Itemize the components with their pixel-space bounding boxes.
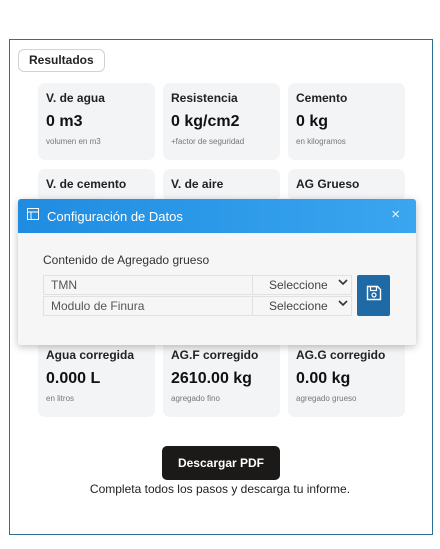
card-cement: Cemento 0 kg en kilogramos [288,83,405,160]
card-label: V. de aire [171,177,224,191]
tmn-select[interactable]: Seleccione [252,276,352,294]
card-note: agregado grueso [296,394,357,403]
row-label: Modulo de Finura [51,299,145,313]
card-value: 0 kg/cm2 [171,113,240,130]
chevron-down-icon [338,298,348,311]
chevron-down-icon [338,277,348,290]
card-cement-volume: V. de cemento [38,169,155,201]
select-value: Seleccione [269,278,328,292]
config-modal: Configuración de Datos × Contenido de Ag… [18,199,416,345]
close-icon[interactable]: × [391,206,400,223]
card-value: 2610.00 kg [171,370,252,387]
card-value: 0 kg [296,113,329,130]
card-label: V. de agua [46,91,105,105]
card-label: AG.F corregido [171,348,259,362]
card-resistance: Resistencia 0 kg/cm2 +factor de segurida… [163,83,280,160]
card-corrected-coarse-aggregate: AG.G corregido 0.00 kg agregado grueso [288,340,405,417]
select-value: Seleccione [269,299,328,313]
card-note: agregado fino [171,394,220,403]
form-row-tmn: TMN Seleccione [43,275,352,295]
modal-header: Configuración de Datos × [18,199,416,233]
card-coarse-aggregate: AG Grueso [288,169,405,201]
card-label: Agua corregida [46,348,135,362]
card-label: V. de cemento [46,177,127,191]
row-label: TMN [51,278,77,292]
save-button[interactable] [357,275,390,316]
card-note: +factor de seguridad [171,137,245,146]
section-title: Contenido de Agregado grueso [43,253,210,267]
card-value: 0.000 L [46,370,101,387]
card-label: AG.G corregido [296,348,386,362]
card-label: Cemento [296,91,348,105]
save-icon [366,285,382,306]
card-corrected-fine-aggregate: AG.F corregido 2610.00 kg agregado fino [163,340,280,417]
results-tab[interactable]: Resultados [18,49,105,72]
card-air-volume: V. de aire [163,169,280,201]
card-water-volume: V. de agua 0 m3 volumen en m3 [38,83,155,160]
modal-title: Configuración de Datos [47,208,183,224]
finura-select[interactable]: Seleccione [252,297,352,315]
card-note: en litros [46,394,75,403]
card-corrected-water: Agua corregida 0.000 L en litros [38,340,155,417]
table-icon [27,207,39,225]
form-row-finura: Modulo de Finura Seleccione [43,296,352,316]
card-value: 0 m3 [46,113,83,130]
download-pdf-button[interactable]: Descargar PDF [162,446,280,480]
instructions-text: Completa todos los pasos y descarga tu i… [89,482,351,496]
card-value: 0.00 kg [296,370,351,387]
modal-body: Contenido de Agregado grueso TMN Selecci… [18,233,416,345]
card-label: Resistencia [171,91,238,105]
card-note: en kilogramos [296,137,346,146]
card-note: volumen en m3 [46,137,101,146]
card-label: AG Grueso [296,177,360,191]
